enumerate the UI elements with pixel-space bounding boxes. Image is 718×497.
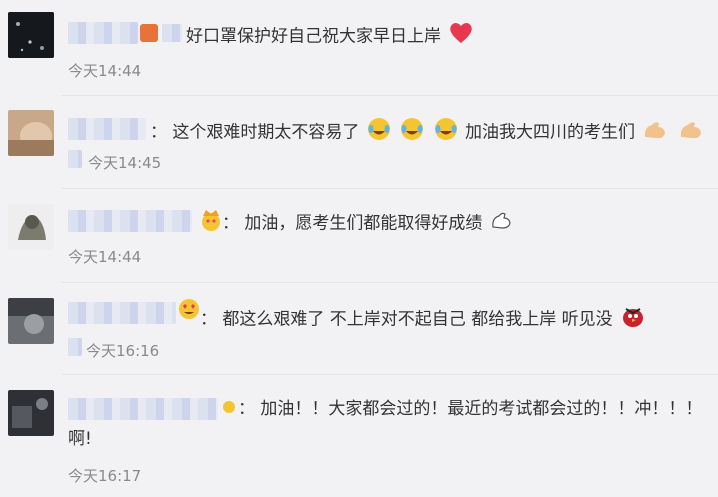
sun-icon: [220, 398, 238, 420]
comment-body: 加油我大四川的考生们: [465, 122, 636, 143]
avatar[interactable]: [8, 204, 54, 250]
comment-text: ： 都这么艰难了 不上岸对不起自己 都给我上岸 听见没: [200, 303, 648, 336]
comment-time: 今天14:44: [68, 62, 142, 80]
laugh-cry-icon: [434, 117, 458, 148]
comment-time: 今天16:17: [68, 467, 142, 485]
username-blurred: [68, 150, 82, 168]
username-blurred[interactable]: [68, 22, 138, 44]
separator: ：: [238, 399, 255, 419]
divider: [62, 282, 718, 283]
heart-icon: [448, 21, 474, 52]
comment-body: 都这么艰难了 不上岸对不起自己 都给我上岸 听见没: [222, 309, 613, 330]
vip-badge-icon: [140, 24, 158, 42]
comment-body: 加油，愿考生们都能取得好成绩: [244, 213, 483, 234]
comment-body: 这个艰难时期太不容易了: [172, 122, 360, 143]
avatar[interactable]: [8, 12, 54, 58]
avatar[interactable]: [8, 298, 54, 344]
avatar-image: [8, 390, 54, 436]
username-blurred[interactable]: [68, 302, 176, 324]
laugh-cry-icon: [400, 117, 424, 148]
username-blurred[interactable]: [68, 210, 192, 232]
comment-time: 今天14:44: [68, 248, 142, 266]
comment-text-line2: 啊!: [68, 429, 92, 449]
username-blurred: [162, 24, 182, 42]
divider: [62, 374, 718, 375]
comment-time: 今天14:45: [88, 154, 162, 172]
comment-time: 今天16:16: [86, 342, 160, 360]
separator: ：: [150, 122, 167, 143]
comment-body: 好口罩保护好自己祝大家早日上岸: [186, 26, 441, 47]
avatar[interactable]: [8, 390, 54, 436]
username-blurred[interactable]: [68, 398, 218, 420]
username-blurred[interactable]: [68, 118, 146, 140]
muscle-icon: [678, 117, 704, 148]
avatar-image: [8, 12, 54, 58]
comment-text: 好口罩保护好自己祝大家早日上岸: [186, 21, 476, 52]
avatar-image: [8, 298, 54, 344]
separator: ：: [222, 213, 239, 234]
comment-text: ： 这个艰难时期太不容易了 加油我大四川的考生们: [150, 117, 706, 148]
username-blurred: [68, 338, 82, 356]
laugh-cry-icon: [367, 117, 391, 148]
heart-eyes-icon: [178, 298, 200, 324]
avatar-image: [8, 110, 54, 156]
avatar-image: [8, 204, 54, 250]
crown-face-icon: [200, 208, 222, 236]
avatar[interactable]: [8, 110, 54, 156]
comment-text: ： 加油！！大家都会过的！最近的考试都会过的！！冲！！！: [238, 397, 702, 421]
angry-bird-icon: [620, 303, 646, 336]
divider: [62, 95, 718, 96]
muscle-icon: [642, 117, 668, 148]
comment-body: 加油！！大家都会过的！最近的考试都会过的！！冲！！！: [260, 399, 703, 419]
divider: [62, 188, 718, 189]
muscle-icon: [490, 209, 512, 238]
separator: ：: [200, 309, 217, 330]
comment-text: ： 加油，愿考生们都能取得好成绩: [222, 209, 514, 238]
